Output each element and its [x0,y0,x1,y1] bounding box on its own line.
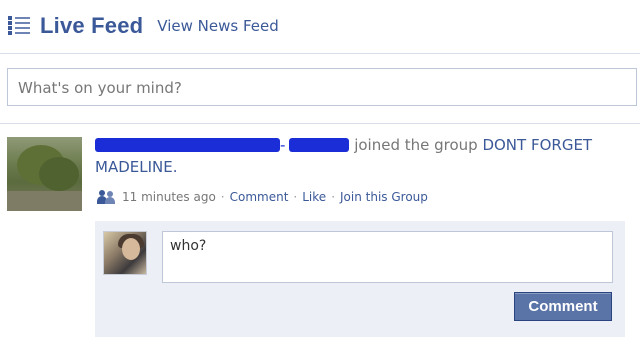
feed-story: - joined the group DONT FORGET MADELINE. [95,136,593,176]
like-link[interactable]: Like [302,190,326,204]
status-input[interactable] [8,69,636,105]
section-divider [0,123,640,124]
feed-list-icon [8,16,30,36]
meta-separator: · [293,190,298,204]
group-people-icon [97,190,115,204]
comment-link[interactable]: Comment [230,190,289,204]
join-group-link[interactable]: Join this Group [340,190,428,204]
redacted-actor-name [95,138,280,152]
story-meta: 11 minutes ago · Comment · Like · Join t… [97,190,428,204]
feed-header: Live Feed View News Feed [8,10,279,42]
status-composer[interactable] [7,68,637,106]
page-title: Live Feed [40,13,144,38]
redacted-actor-name-2 [289,138,350,152]
commenter-avatar[interactable] [103,231,147,275]
comment-input[interactable]: who? [162,231,613,283]
comment-panel: who? Comment [95,221,625,337]
actor-profile-photo[interactable] [7,137,82,211]
meta-separator: · [220,190,225,204]
comment-button[interactable]: Comment [514,292,612,321]
view-news-feed-link[interactable]: View News Feed [157,17,278,35]
story-timestamp[interactable]: 11 minutes ago [122,190,216,204]
header-divider [0,53,640,54]
story-action-text: joined the group [349,136,483,154]
meta-separator: · [331,190,336,204]
